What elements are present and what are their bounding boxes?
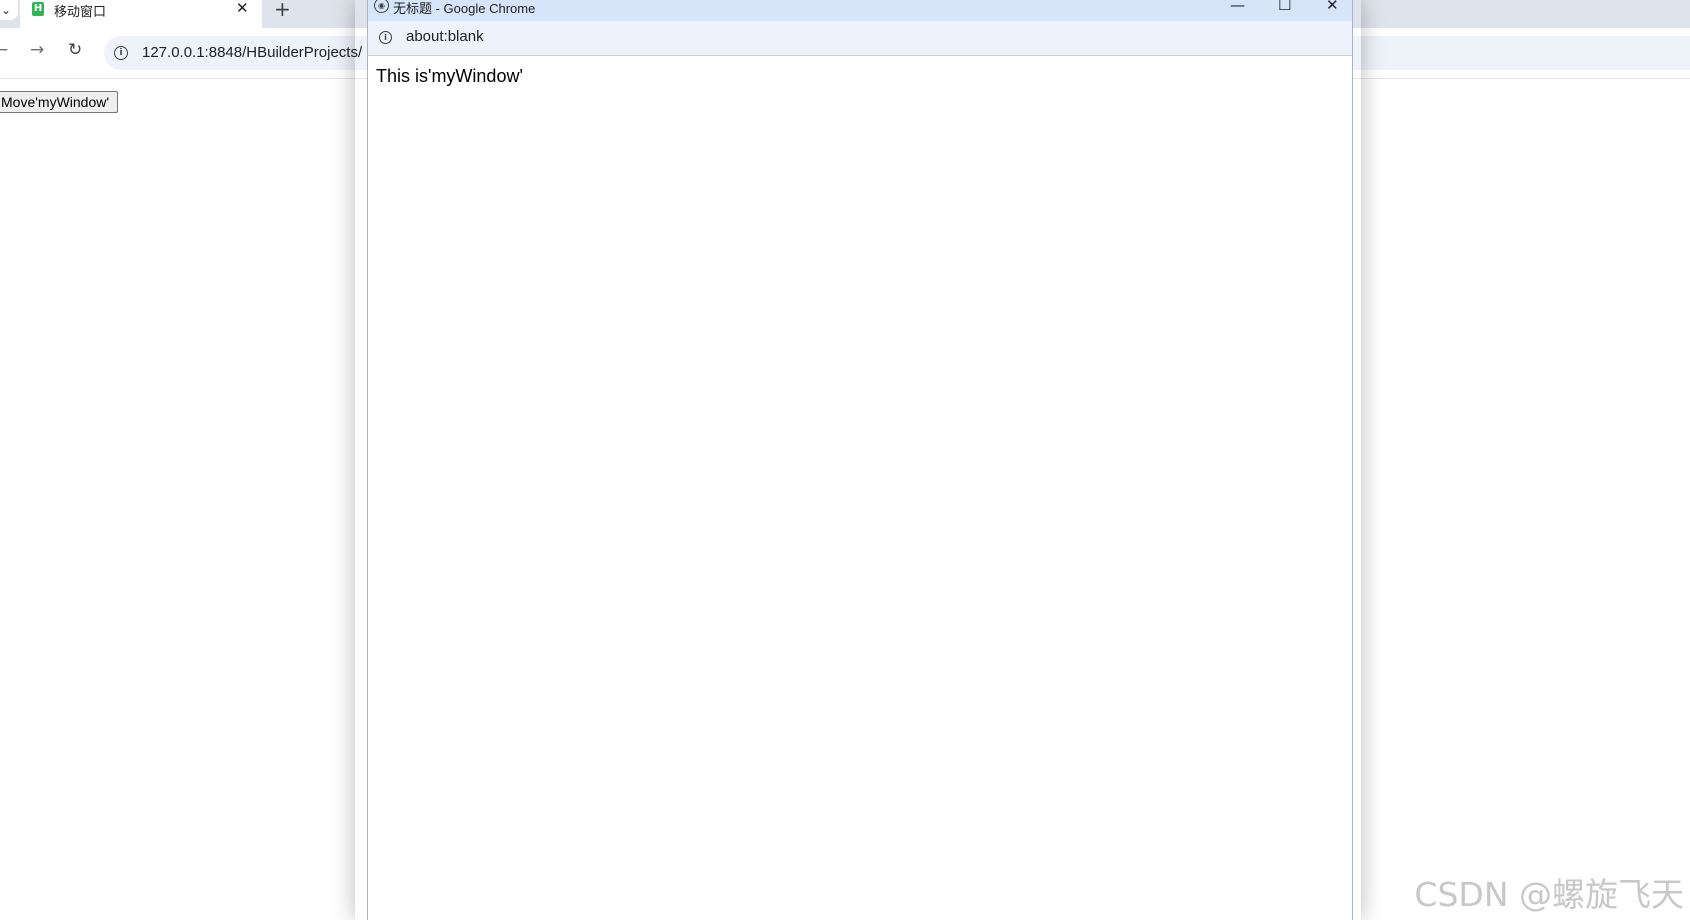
csdn-watermark: CSDN @螺旋飞天 xyxy=(1414,875,1684,914)
close-window-icon[interactable]: ✕ xyxy=(1326,0,1339,14)
site-info-icon[interactable]: i xyxy=(114,46,128,60)
popup-address-url: about:blank xyxy=(406,28,484,45)
reload-icon[interactable]: ↻ xyxy=(68,40,82,60)
popup-page-text: This is'myWindow' xyxy=(376,66,523,86)
popup-title-bar[interactable]: ◉ 无标题 - Google Chrome — ☐ ✕ xyxy=(368,0,1352,21)
hbuilder-favicon-icon: H xyxy=(32,2,44,16)
popup-window-title: 无标题 - Google Chrome xyxy=(393,1,536,16)
move-window-button[interactable]: Move'myWindow' xyxy=(0,91,119,113)
forward-arrow-icon[interactable]: → xyxy=(30,40,44,60)
popup-address-bar: i about:blank xyxy=(368,21,1352,56)
screen: ⌄ H 移动窗口 ✕ + ← → ↻ i 127.0.0.1:8848/HBui… xyxy=(0,0,1690,920)
minimize-icon[interactable]: — xyxy=(1230,0,1245,14)
maximize-icon[interactable]: ☐ xyxy=(1278,0,1291,14)
new-tab-icon[interactable]: + xyxy=(274,0,291,21)
tab-title: 移动窗口 xyxy=(54,4,107,19)
popup-window: ◉ 无标题 - Google Chrome — ☐ ✕ i about:blan… xyxy=(367,0,1353,920)
tab-search-chevron-icon[interactable]: ⌄ xyxy=(0,0,18,20)
back-arrow-icon[interactable]: ← xyxy=(0,40,8,60)
popup-site-info-icon[interactable]: i xyxy=(379,31,392,44)
tab-move-window[interactable]: H 移动窗口 ✕ xyxy=(20,0,262,28)
chrome-globe-icon: ◉ xyxy=(374,0,389,13)
address-url[interactable]: 127.0.0.1:8848/HBuilderProjects/ xyxy=(142,44,362,61)
tab-close-icon[interactable]: ✕ xyxy=(236,0,249,17)
